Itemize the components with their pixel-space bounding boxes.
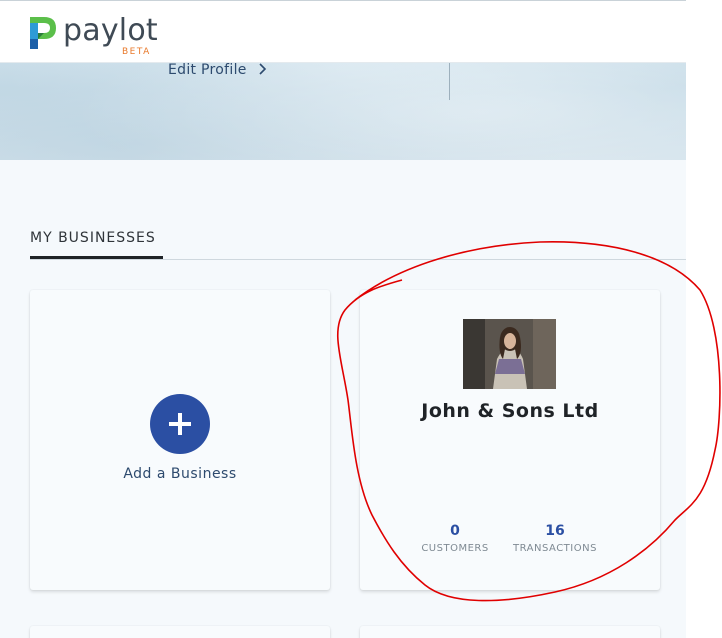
brand-name: paylot — [63, 13, 158, 48]
customers-label: CUSTOMERS — [421, 543, 489, 554]
transactions-count: 16 — [545, 523, 565, 539]
section-tabs: MY BUSINESSES — [30, 230, 686, 260]
edit-profile-label: Edit Profile — [168, 62, 247, 78]
business-photo — [463, 319, 556, 389]
page: 7 24 Edit Profile paylot BETA MY BUSINES… — [0, 0, 686, 638]
customers-count: 0 — [450, 523, 460, 539]
add-business-label[interactable]: Add a Business — [30, 466, 330, 482]
beta-badge: BETA — [122, 47, 151, 57]
business-card[interactable]: John & Sons Ltd 0 CUSTOMERS 16 TRANSACTI… — [360, 290, 660, 590]
paylot-logo[interactable]: paylot BETA — [30, 13, 230, 61]
top-bar: paylot BETA — [0, 0, 686, 63]
customers-stat: 0 CUSTOMERS — [415, 523, 495, 554]
chevron-right-icon — [259, 63, 267, 75]
business-photo-art — [463, 319, 556, 389]
edit-profile-link[interactable]: Edit Profile — [168, 62, 267, 78]
business-name[interactable]: John & Sons Ltd — [360, 400, 660, 422]
transactions-stat: 16 TRANSACTIONS — [510, 523, 600, 554]
add-business-card[interactable]: Add a Business — [30, 290, 330, 590]
paylot-logo-mark-icon — [30, 17, 56, 49]
window-gutter — [686, 0, 722, 638]
transactions-label: TRANSACTIONS — [513, 543, 597, 554]
next-card-right[interactable] — [360, 626, 660, 638]
add-business-button[interactable] — [150, 394, 210, 454]
next-card-left[interactable] — [30, 626, 330, 638]
tab-my-businesses[interactable]: MY BUSINESSES — [30, 230, 163, 259]
hero-divider — [449, 60, 450, 100]
